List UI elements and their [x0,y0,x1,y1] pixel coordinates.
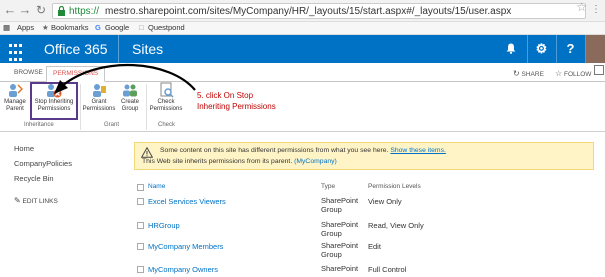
bookmark-apps[interactable]: Apps [17,23,34,32]
annotation-arrow [54,63,196,94]
permission-level: Full Control [368,265,407,274]
bookmark-questpond[interactable]: Questpond [148,23,185,32]
tab-browse[interactable]: BROWSE [14,69,43,76]
share-label: SHARE [521,71,544,78]
row-checkbox[interactable] [137,243,144,250]
follow-star-icon: ☆ [555,69,563,78]
manage-parent-icon [7,82,24,98]
bookmark-google[interactable]: Google [105,23,129,32]
star-icon: ★ [42,23,49,32]
message-line-1: Some content on this site has different … [160,147,446,154]
pencil-icon: ✎ [14,196,21,205]
permission-level: Read, View Only [368,221,424,230]
group-type-1: SharePoint [321,220,359,229]
permission-level: View Only [368,197,402,206]
group-name-link[interactable]: Excel Services Viewers [148,197,226,206]
follow-label: FOLLOW [563,71,592,78]
permission-level: Edit [368,242,381,251]
url-input[interactable]: https:// mestro.sharepoint.com/sites/MyC… [52,3,586,19]
follow-button[interactable]: ☆ FOLLOW [555,69,591,78]
group-label-inheritance: Inheritance [24,122,54,128]
suite-section[interactable]: Sites [132,41,163,57]
nav-home[interactable]: Home [14,144,34,153]
status-message-bar: Some content on this site has different … [134,142,594,170]
row-checkbox[interactable] [137,198,144,205]
group-type-1: SharePoint [321,196,359,205]
browser-address-bar: ← → ↻ https:// mestro.sharepoint.com/sit… [0,0,605,22]
message-line-2: This Web site inherits permissions from … [142,158,337,165]
group-type-1: SharePoint [321,241,359,250]
page-icon: □ [139,23,144,32]
share-icon: ↻ [513,69,520,78]
bookmark-star-icon[interactable]: ☆ [576,0,587,14]
gear-icon[interactable]: ⚙ [527,35,555,63]
group-name-link[interactable]: HRGroup [148,221,180,230]
url-scheme: https:// [69,6,100,17]
group-label-grant: Grant [104,122,120,128]
notification-bell-icon[interactable] [497,35,525,63]
back-icon[interactable]: ← [3,3,17,17]
nav-company-policies[interactable]: CompanyPolicies [14,159,72,168]
share-button[interactable]: ↻ SHARE [513,69,544,78]
bookmark-bookmarks[interactable]: Bookmarks [51,23,89,32]
suite-app-name[interactable]: Office 365 [44,41,108,57]
group-type-1: SharePoint [321,264,359,273]
url-path: mestro.sharepoint.com/sites/MyCompany/HR… [105,6,512,17]
column-header-permission-levels[interactable]: Permission Levels [368,183,421,190]
group-type-2: Group [321,229,342,238]
select-all-checkbox[interactable] [137,184,144,191]
parent-site-link[interactable]: (MyCompany) [294,158,337,165]
check-label-2: Permissions [149,105,183,112]
group-label-check: Check [158,122,176,128]
reload-icon[interactable]: ↻ [34,3,48,17]
google-icon: G [95,23,101,32]
bookmarks-bar: ▦ Apps ★ Bookmarks G Google □ Questpond [0,22,605,35]
menu-icon[interactable]: ⋮ [591,4,601,15]
message-text-2: This Web site inherits permissions from … [142,158,293,165]
group-name-link[interactable]: MyCompany Owners [148,265,218,274]
manage-parent-label-1: Manage [4,99,26,105]
app-launcher-icon[interactable] [0,35,28,63]
edit-links-label: EDIT LINKS [22,198,58,205]
focus-mode-icon[interactable] [594,65,604,75]
column-header-name[interactable]: Name [148,183,165,190]
apps-icon[interactable]: ▦ [3,23,10,32]
suite-divider [118,35,119,63]
annotation-line-2: Inheriting Permissions [197,102,276,111]
manage-parent-button[interactable]: Manage Parent [2,82,28,112]
forward-icon[interactable]: → [18,3,32,17]
help-icon[interactable]: ? [556,35,584,63]
suite-bar: Office 365 Sites ⚙ ? [0,35,605,63]
column-header-type[interactable]: Type [321,183,335,190]
nav-recycle-bin[interactable]: Recycle Bin [14,174,54,183]
annotation-text: 5. click On Stop Inheriting Permissions [197,90,276,112]
user-avatar[interactable] [585,35,605,63]
group-type-2: Group [321,205,342,214]
annotation-line-1: 5. click On Stop [197,91,254,100]
show-these-items-link[interactable]: Show these items. [390,147,446,154]
create-group-label-2: Group [121,105,139,112]
lock-icon [58,6,65,16]
row-checkbox[interactable] [137,266,144,273]
group-name-link[interactable]: MyCompany Members [148,242,223,251]
row-checkbox[interactable] [137,222,144,229]
manage-parent-label-2: Parent [6,105,24,112]
edit-links-button[interactable]: ✎ EDIT LINKS [14,196,58,205]
group-type-2: Group [321,250,342,259]
grant-label-2: Permissions [82,105,116,112]
warning-icon [141,147,153,158]
message-text-1: Some content on this site has different … [160,147,389,154]
